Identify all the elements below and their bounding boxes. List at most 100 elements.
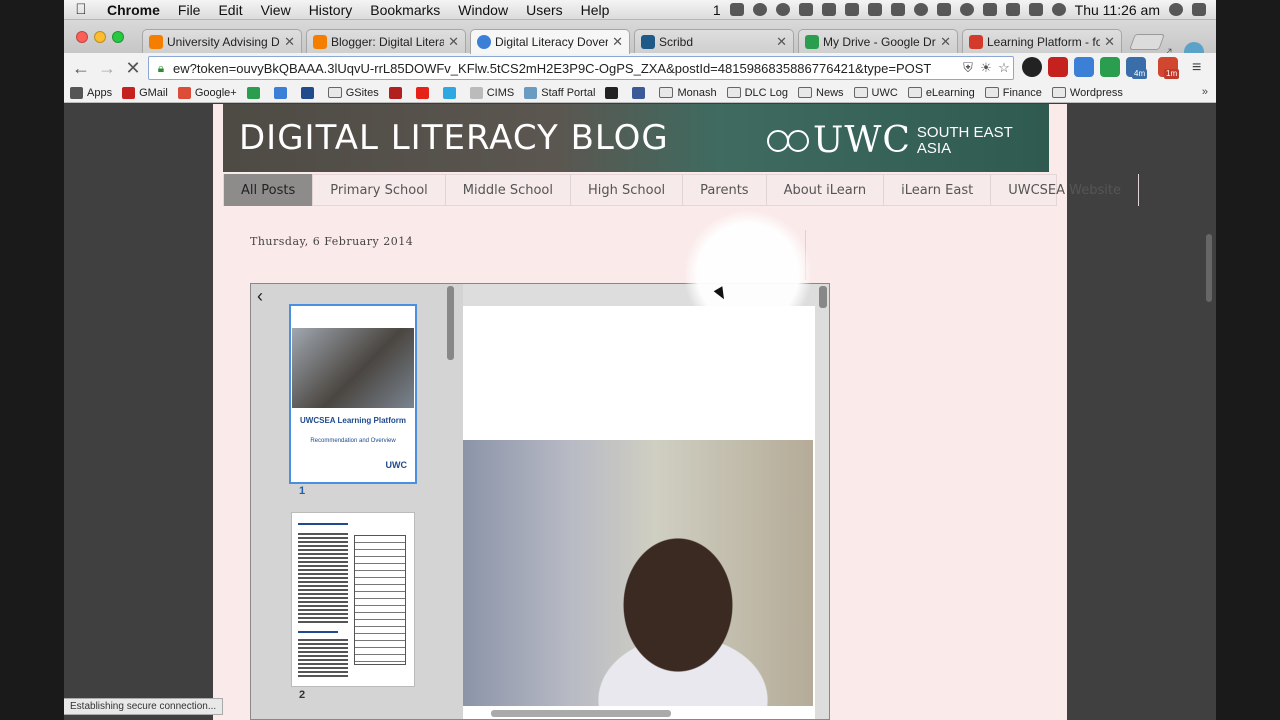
bookmark-folder-monash[interactable]: Monash — [659, 87, 717, 99]
page-number-2[interactable]: 2 — [299, 689, 305, 701]
skype-icon[interactable] — [752, 3, 767, 16]
nav-middle-school[interactable]: Middle School — [446, 174, 571, 206]
nav-high-school[interactable]: High School — [571, 174, 684, 206]
bookmark-apps[interactable]: Apps — [70, 86, 112, 99]
thumbnail-pane[interactable]: ‹ UWCSEA Learning Platform Recommendatio… — [251, 284, 463, 719]
shield-icon[interactable]: ⛨ — [959, 60, 977, 76]
bookmark-s[interactable] — [273, 86, 291, 99]
bookmark-facebook[interactable] — [632, 86, 649, 99]
menubar-clock[interactable]: Thu 11:26 am — [1075, 2, 1160, 18]
nav-about-ilearn[interactable]: About iLearn — [767, 174, 885, 206]
menu-view[interactable]: View — [252, 2, 300, 18]
bookmark-cims[interactable]: CIMS — [469, 86, 514, 99]
bookmark-folder-uwc[interactable]: UWC — [853, 87, 898, 99]
close-window-button[interactable] — [76, 31, 88, 43]
new-tab-button[interactable] — [1129, 34, 1165, 50]
menu-app-name[interactable]: Chrome — [98, 2, 169, 18]
stop-loading-button[interactable]: ✕ — [120, 58, 146, 79]
tab-scribd[interactable]: Scribd ✕ — [634, 29, 794, 53]
gmail-extension-icon[interactable] — [1048, 57, 1068, 77]
close-tab-icon[interactable]: ✕ — [1104, 34, 1115, 50]
lightbulb-icon[interactable]: ☀ — [977, 60, 995, 76]
chevron-left-icon[interactable]: ‹ — [257, 286, 263, 307]
nav-primary-school[interactable]: Primary School — [313, 174, 446, 206]
close-tab-icon[interactable]: ✕ — [776, 34, 787, 50]
nav-uwcsea-website[interactable]: UWCSEA Website — [991, 174, 1139, 206]
bookmark-google-plus[interactable]: Google+ — [177, 86, 237, 99]
minimize-window-button[interactable] — [94, 31, 106, 43]
page-scrollbar[interactable] — [1206, 234, 1212, 302]
document-scrollbar[interactable] — [819, 286, 827, 308]
spotlight-search-icon[interactable] — [1169, 3, 1183, 16]
drive-icon[interactable] — [798, 3, 813, 16]
address-url[interactable]: ew?token=ouvyBkQBAAA.3lUqvU-rrL85DOWFv_K… — [173, 61, 959, 76]
bookmarks-overflow-icon[interactable]: » — [1202, 86, 1208, 98]
wifi-icon[interactable] — [1051, 3, 1066, 16]
page-thumbnail-2[interactable] — [291, 512, 415, 687]
close-tab-icon[interactable]: ✕ — [940, 34, 951, 50]
menu-history[interactable]: History — [300, 2, 362, 18]
bookmark-twitter[interactable] — [442, 86, 460, 99]
nav-ilearn-east[interactable]: iLearn East — [884, 174, 992, 206]
menu-bookmarks[interactable]: Bookmarks — [361, 2, 449, 18]
lock-icon[interactable]: 🔒︎ — [153, 61, 169, 75]
bookmark-dark[interactable] — [605, 86, 622, 99]
page-number-1[interactable]: 1 — [299, 485, 305, 497]
chrome-menu-icon[interactable]: ≡ — [1192, 59, 1201, 77]
bookmark-folder-finance[interactable]: Finance — [984, 87, 1042, 99]
bookmark-gmail[interactable]: GMail — [122, 86, 168, 99]
bookmark-star-icon[interactable]: ☆ — [995, 60, 1013, 76]
zoom-window-button[interactable] — [112, 31, 124, 43]
bookmark-folder-elearning[interactable]: eLearning — [907, 87, 975, 99]
blog-title[interactable]: DIGITAL LITERACY BLOG — [239, 118, 669, 158]
tab-digital-literacy[interactable]: Digital Literacy Dover: P ✕ — [470, 29, 630, 54]
apple-icon[interactable]:  — [64, 1, 98, 18]
close-box-icon[interactable] — [844, 3, 859, 16]
thumbnail-scrollbar[interactable] — [447, 286, 454, 360]
close-tab-icon[interactable]: ✕ — [612, 34, 623, 50]
evernote-icon[interactable] — [729, 3, 744, 16]
bookmark-triangle[interactable] — [300, 86, 318, 99]
bookmark-folder-news[interactable]: News — [798, 87, 844, 99]
menu-help[interactable]: Help — [572, 2, 619, 18]
tab-learning-platform[interactable]: Learning Platform - for i ✕ — [962, 29, 1122, 53]
close-tab-icon[interactable]: ✕ — [448, 34, 459, 50]
airplay-icon[interactable] — [936, 3, 951, 16]
google-extension-icon[interactable] — [1074, 57, 1094, 77]
close-tab-icon[interactable]: ✕ — [284, 34, 295, 50]
time-machine-icon[interactable] — [959, 3, 974, 16]
sync-icon[interactable] — [775, 3, 790, 16]
bookmark-youtube[interactable] — [415, 86, 433, 99]
blog-header-banner[interactable]: DIGITAL LITERACY BLOG UWC SOUTH EAST ASI… — [223, 104, 1049, 172]
bookmark-staff-portal[interactable]: Staff Portal — [524, 86, 595, 99]
nav-parents[interactable]: Parents — [683, 174, 767, 206]
adobe-status-count[interactable]: 1 — [713, 2, 721, 18]
page-thumbnail-1[interactable]: UWCSEA Learning Platform Recommendation … — [289, 304, 417, 484]
forward-button[interactable]: → — [94, 58, 120, 79]
document-viewer[interactable]: ‹ UWCSEA Learning Platform Recommendatio… — [250, 283, 830, 720]
display-icon[interactable] — [890, 3, 905, 16]
tab-university-advising[interactable]: University Advising Dov ✕ — [142, 29, 302, 53]
tab-blogger[interactable]: Blogger: Digital Literacy ✕ — [306, 29, 466, 53]
volume-icon[interactable] — [1028, 3, 1043, 16]
bookmark-folder-wordpress[interactable]: Wordpress — [1051, 87, 1123, 99]
notification-center-icon[interactable] — [1192, 3, 1206, 16]
battery-icon[interactable] — [1005, 3, 1020, 16]
tab-google-drive[interactable]: My Drive - Google Drive ✕ — [798, 29, 958, 53]
bookmark-folder-gsites[interactable]: GSites — [327, 87, 379, 99]
bookmark-binoculars[interactable] — [388, 86, 406, 99]
bookmark-drive[interactable] — [246, 86, 264, 99]
menu-window[interactable]: Window — [449, 2, 517, 18]
menu-users[interactable]: Users — [517, 2, 572, 18]
menu-edit[interactable]: Edit — [209, 2, 251, 18]
document-page[interactable] — [463, 306, 815, 719]
drive-extension-icon[interactable] — [1100, 57, 1120, 77]
bookmark-folder-dlc-log[interactable]: DLC Log — [726, 87, 788, 99]
brightness-icon[interactable] — [913, 3, 928, 16]
back-button[interactable]: ← — [68, 58, 94, 79]
evernote-elephant-icon[interactable] — [867, 3, 882, 16]
address-bar[interactable]: 🔒︎ ew?token=ouvyBkQBAAA.3lUqvU-rrL85DOWF… — [148, 56, 1014, 80]
bluetooth-icon[interactable] — [982, 3, 997, 16]
menu-file[interactable]: File — [169, 2, 210, 18]
nav-all-posts[interactable]: All Posts — [224, 174, 314, 206]
